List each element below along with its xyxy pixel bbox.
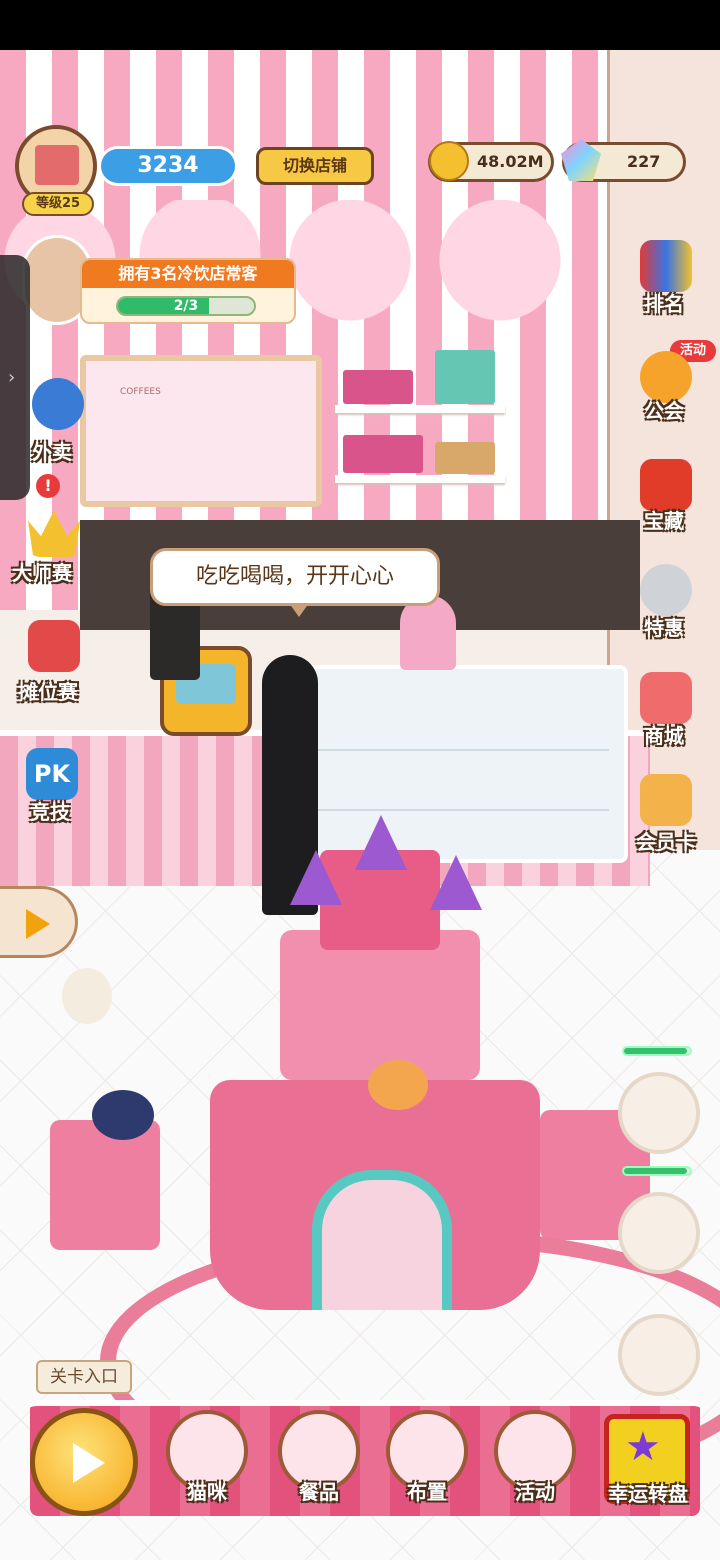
coin-icon [429,141,469,181]
special-deal-label: 特惠 [644,616,684,640]
shelf-plank [335,405,505,413]
shelf-goods [343,370,413,404]
product-shelf [335,350,505,483]
star-icon: ★ [625,1424,661,1470]
takeout-button[interactable]: 外卖 [28,378,84,468]
scooter-rider-icon [32,378,84,430]
rank-button[interactable]: 排名 [632,240,702,320]
event-label: 活动 [515,1480,555,1504]
side-drawer-tab[interactable]: › [0,255,30,500]
food-label: 餐品 [299,1480,339,1504]
cats-label: 猫咪 [187,1480,227,1504]
score-display: 3234 [98,146,238,186]
takeout-label: 外卖 [32,440,72,464]
guest-progress-fill [624,1048,687,1054]
lucky-wheel-label: 幸运转盘 [608,1482,688,1506]
guest-portrait-girl[interactable] [618,1314,700,1396]
castle-spire [430,855,482,910]
cats-button[interactable]: 猫咪 [162,1410,252,1510]
shelf-goods [343,435,423,473]
mall-label: 商城 [644,724,684,748]
guest-progress-bar [622,1166,692,1176]
decor-button[interactable]: 布置 [382,1410,472,1510]
customer-speech-bubble: 吃吃喝喝，开开心心 [150,548,440,617]
special-deal-button[interactable]: 特惠 [632,560,702,640]
play-icon [73,1443,105,1483]
dessert-display-case[interactable] [265,665,628,863]
vip-card-label: 会员卡 [636,830,696,854]
quest-panel[interactable]: 拥有3名冷饮店常客 2/3 [80,258,296,324]
siamese-cat[interactable] [62,968,112,1024]
quest-progress-text: 2/3 [173,298,199,314]
rank-label: 排名 [644,292,684,316]
pk-arena-button[interactable]: PK 竞技 [24,748,94,828]
decor-label: 布置 [407,1480,447,1504]
stage-play-button[interactable] [30,1408,138,1516]
cat-face-icon [640,564,692,616]
gift-box-icon [640,459,692,511]
stall-icon [28,620,80,672]
level-badge: 等级25 [22,192,94,216]
rank-cards-icon [640,240,692,292]
master-contest-label: 大师赛 [12,561,72,585]
shelf-goods [435,350,495,404]
switch-store-button[interactable]: 切换店铺 [256,147,374,185]
case-shelf [279,749,609,751]
menu-board-title: COFFEES [120,387,161,397]
master-contest-button[interactable]: 大师赛 [12,505,90,585]
coin-counter[interactable]: 48.02M [428,141,554,182]
shelf-goods [435,442,495,474]
guest-portrait-man[interactable] [618,1192,700,1274]
master-alert-badge: ! [36,474,60,498]
castle-side-tower-left [50,1120,160,1250]
mall-button[interactable]: 商城 [632,668,702,748]
food-button[interactable]: 餐品 [274,1410,364,1510]
castle-spire [290,850,342,905]
stage-entry-label[interactable]: 关卡入口 [36,1360,132,1394]
pk-icon: PK [26,748,78,800]
vip-card-button[interactable]: 会员卡 [630,770,710,856]
guest-progress-bar [622,1046,692,1056]
case-shelf [279,809,609,811]
customer-girl-pink[interactable] [400,595,456,670]
side-play-button[interactable] [0,886,78,958]
vip-card-icon [640,774,692,826]
event-button[interactable]: 活动 [490,1410,580,1510]
treasure-button[interactable]: 宝藏 [632,455,702,535]
stall-contest-label: 摊位赛 [18,680,78,704]
castle-middle [280,930,480,1080]
guild-button[interactable]: 公会 [632,345,702,425]
treasure-label: 宝藏 [644,509,684,533]
guest-portrait-cat[interactable] [618,1072,700,1154]
gem-counter[interactable]: 227 [561,139,686,182]
castle-spire [355,815,407,870]
orange-cat[interactable] [368,1060,428,1110]
pk-arena-label: 竞技 [30,800,70,824]
shelf-plank [335,475,505,483]
quest-title: 拥有3名冷饮店常客 [82,260,294,288]
guild-label: 公会 [644,399,684,423]
play-icon [26,909,50,939]
chevron-right-icon: › [8,367,16,388]
coin-value: 48.02M [477,152,544,171]
crown-icon [28,510,80,557]
shop-icon [640,672,692,724]
coffee-menu-board: COFFEES [80,355,322,507]
store-icon [35,145,79,185]
stall-contest-button[interactable]: 摊位赛 [18,620,98,704]
navy-cat[interactable] [92,1090,154,1140]
gem-value: 227 [627,152,661,171]
guest-progress-fill [624,1168,687,1174]
castle-arch [312,1170,452,1310]
